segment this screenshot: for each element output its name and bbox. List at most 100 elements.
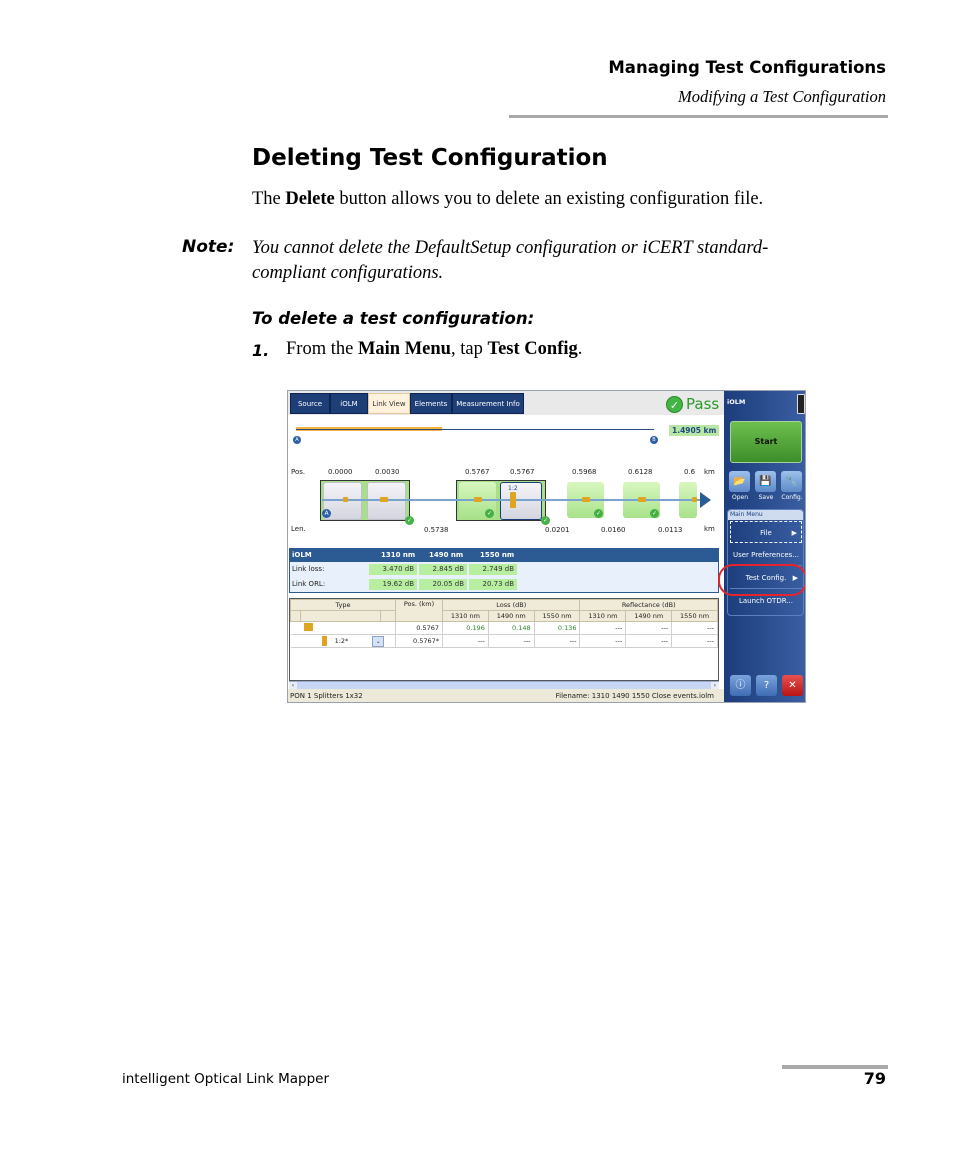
events-group-header-row: Type Pos. (km) Loss (dB) Reflectance (dB… (290, 599, 718, 622)
pass-check-icon: ✓ (405, 516, 414, 525)
group-event-icon (303, 623, 313, 631)
connector-icon (692, 497, 697, 502)
step-bold-main-menu: Main Menu (357, 339, 451, 359)
col-sub-header: 1550 nm (671, 610, 718, 622)
menu-item-user-preferences[interactable]: User Preferences... (730, 544, 802, 566)
pos-cell: 0.5767 (395, 621, 443, 635)
row-label: Link loss: (292, 565, 325, 573)
cell-value: 20.73 dB (469, 579, 517, 590)
col-header: 1310 nm (381, 551, 416, 559)
close-icon[interactable]: ✕ (782, 675, 803, 696)
link-overview[interactable]: A B 1.4905 km (288, 415, 724, 455)
submenu-arrow-icon: ▶ (791, 529, 797, 537)
pos-value: 0.0030 (375, 468, 400, 476)
step-number: 1. (252, 341, 270, 360)
events-sub-header-row: 1310 nm 1490 nm 1550 nm 1310 nm 1490 nm … (289, 610, 718, 622)
type-cell (290, 621, 396, 635)
step-bold-test-config: Test Config (487, 339, 578, 359)
loss-cell: --- (442, 634, 489, 648)
main-menu-title: Main Menu (728, 510, 803, 520)
loss-cell: --- (488, 634, 535, 648)
scroll-right-arrow-icon[interactable] (700, 492, 711, 508)
refl-cell: --- (579, 621, 627, 635)
col-header-loss: Loss (dB) (441, 599, 581, 611)
loss-cell: 0.148 (488, 621, 535, 635)
note-text: You cannot delete the DefaultSetup confi… (252, 238, 769, 283)
col-sub-header: 1490 nm (487, 610, 535, 622)
config-tools-icon[interactable]: 🔧 (781, 471, 802, 492)
procedure-title: To delete a test configuration: (252, 309, 535, 328)
table-row[interactable]: 0.5767 0.196 0.148 0.136 --- --- --- (290, 621, 718, 635)
open-button-label: Open (731, 494, 749, 501)
connector-icon (343, 497, 348, 502)
cell-value: 2.749 dB (469, 564, 517, 575)
help-icon[interactable]: ? (756, 675, 777, 696)
col-sub-blank (289, 610, 302, 622)
tab-source[interactable]: Source (290, 393, 330, 414)
len-value: 0.0160 (601, 526, 626, 534)
pos-label: Pos. (291, 468, 306, 476)
pos-value: 0.5968 (572, 468, 597, 476)
link-orl-row: Link ORL: 19.62 dB 20.05 dB 20.73 dB (290, 577, 718, 592)
pos-value: 0.5767 (510, 468, 535, 476)
side-panel: iOLM Start 📂 💾 🔧 Open Save Config. Main … (724, 391, 805, 702)
refl-cell: --- (625, 621, 673, 635)
iolm-table-header: iOLM 1310 nm 1490 nm 1550 nm (290, 549, 718, 562)
step-text-part: . (577, 339, 583, 359)
menu-item-label: Launch OTDR... (738, 597, 794, 605)
tab-link-view[interactable]: Link View (368, 393, 410, 414)
step-text: From the Main Menu, tap Test Config. (286, 339, 582, 360)
pos-cell: 0.5767* (395, 634, 443, 648)
intro-bold: Delete (285, 189, 335, 209)
footer-product: intelligent Optical Link Mapper (122, 1071, 330, 1087)
len-value: 0.5738 (424, 526, 449, 534)
connector-icon (638, 497, 646, 502)
splitter-icon (321, 635, 327, 646)
col-header-type: Type (290, 599, 396, 611)
splitter-element[interactable] (500, 482, 542, 520)
len-unit: km (704, 525, 715, 533)
menu-item-label: File (760, 529, 772, 537)
info-icon[interactable]: ⓘ (730, 675, 751, 696)
status-filename: Filename: 1310 1490 1550 Close events.io… (555, 692, 714, 700)
pos-value: 0.5767 (465, 468, 490, 476)
refl-cell: --- (671, 621, 718, 635)
total-length: 1.4905 km (669, 425, 720, 436)
loss-cell: 0.136 (534, 621, 581, 635)
page-number: 79 (863, 1069, 886, 1088)
menu-item-file[interactable]: File ▶ (730, 521, 802, 543)
cell-value: 2.845 dB (419, 564, 467, 575)
pos-value: 0.6128 (628, 468, 653, 476)
step-text-part: From the (286, 339, 358, 359)
col-sub-header: 1310 nm (579, 610, 627, 622)
start-button[interactable]: Start (730, 421, 802, 463)
cell-value: 20.05 dB (419, 579, 467, 590)
splitter-ratio: 1:2 (508, 485, 518, 492)
row-label: Link ORL: (292, 580, 326, 588)
main-menu: Main Menu File ▶ User Preferences... Test… (727, 509, 804, 616)
save-button-label: Save (758, 494, 774, 501)
tab-elements[interactable]: Elements (410, 393, 452, 414)
check-icon: ✓ (666, 395, 683, 413)
pos-value: 0.6 (684, 468, 696, 476)
col-sub-header: 1490 nm (625, 610, 673, 622)
table-row[interactable]: 1:2* ⌄ 0.5767* --- --- --- --- --- --- (290, 634, 718, 648)
type-dropdown-chevron-icon[interactable]: ⌄ (372, 635, 385, 647)
refl-cell: --- (625, 634, 673, 648)
col-header-pos: Pos. (km) (395, 599, 443, 622)
page-heading: Deleting Test Configuration (252, 145, 608, 171)
header-rule (509, 115, 888, 118)
col-sub-blank (380, 610, 396, 622)
open-folder-icon[interactable]: 📂 (729, 471, 750, 492)
intro-paragraph: The Delete button allows you to delete a… (252, 189, 763, 210)
events-table: Type Pos. (km) Loss (dB) Reflectance (dB… (289, 598, 719, 681)
col-sub-blank (300, 610, 382, 622)
menu-item-label: User Preferences... (732, 551, 800, 559)
tab-bar: Source iOLM Link View Elements Measureme… (288, 391, 724, 415)
tab-iolm[interactable]: iOLM (330, 393, 368, 414)
tab-measurement-info[interactable]: Measurement Info (452, 393, 524, 414)
refl-cell: --- (671, 634, 718, 648)
step-text-part: , tap (450, 339, 488, 359)
save-disk-icon[interactable]: 💾 (755, 471, 776, 492)
type-cell: 1:2* ⌄ (290, 634, 396, 648)
